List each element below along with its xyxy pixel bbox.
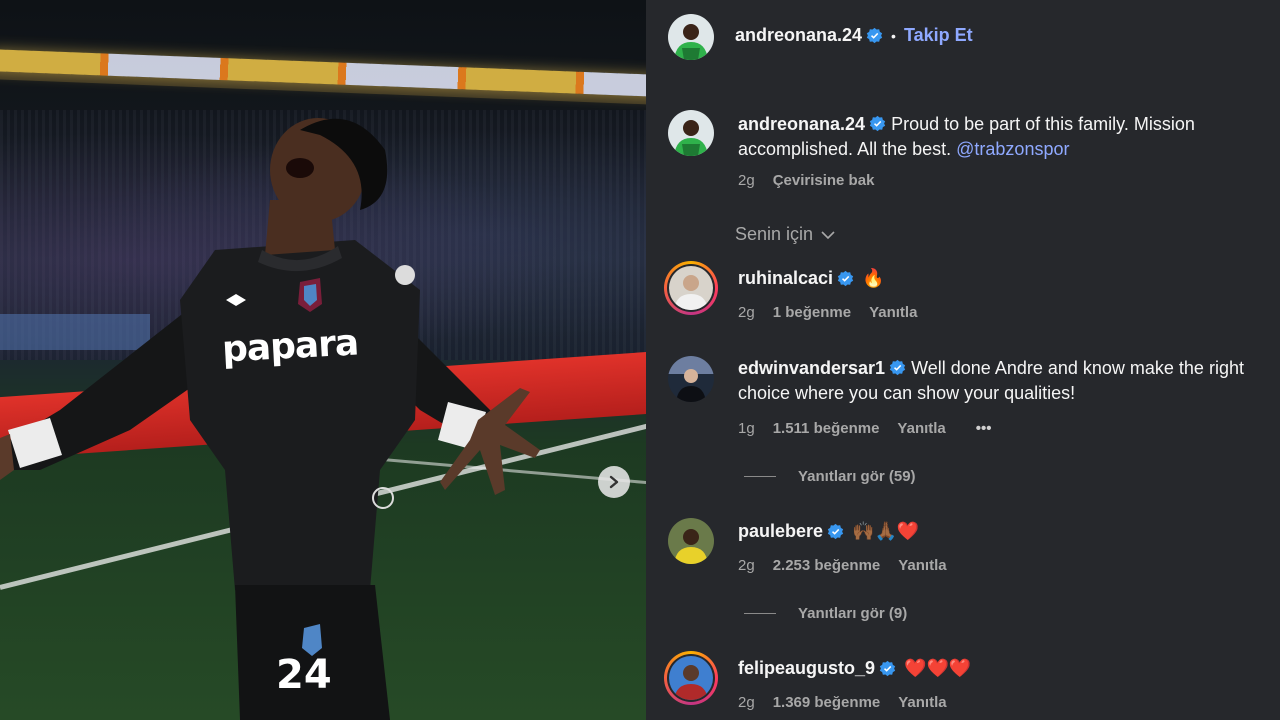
view-replies-label: Yanıtları gör (59) — [798, 468, 916, 485]
reply-button[interactable]: Yanıtla — [898, 557, 946, 574]
author-username[interactable]: andreonana.24 — [735, 25, 862, 46]
comment-text: 🔥 — [862, 268, 885, 288]
view-replies-button[interactable]: Yanıtları gör (9) — [744, 605, 907, 622]
verified-badge-icon — [889, 359, 906, 376]
comment-time: 2g — [738, 557, 755, 574]
sponsor-logo-text: papara — [221, 322, 360, 371]
caption-meta: 2g Çevirisine bak — [738, 172, 892, 189]
reply-button[interactable]: Yanıtla — [897, 420, 945, 437]
comment-sort-label: Senin için — [735, 224, 814, 244]
caption-time: 2g — [738, 172, 755, 189]
chevron-right-icon — [609, 475, 619, 489]
verified-badge-icon — [837, 270, 854, 287]
comment-likes[interactable]: 2.253 beğenme — [773, 557, 881, 574]
post-photo[interactable]: papara 24 — [0, 0, 646, 720]
author-avatar[interactable] — [668, 110, 714, 156]
chevron-down-icon — [821, 230, 835, 239]
comment-likes[interactable]: 1 beğenme — [773, 304, 851, 321]
commenter-avatar[interactable] — [664, 651, 718, 705]
caption-mention-link[interactable]: @trabzonspor — [956, 139, 1069, 159]
reply-button[interactable]: Yanıtla — [898, 694, 946, 711]
comment-meta: 2g 2.253 beğenme Yanıtla — [738, 557, 965, 574]
next-image-button[interactable] — [598, 466, 630, 498]
commenter-username[interactable]: ruhinalcaci — [738, 268, 833, 289]
translate-link[interactable]: Çevirisine bak — [773, 172, 875, 189]
comment-time: 2g — [738, 694, 755, 711]
comment-body: edwinvandersar1 Well done Andre and know… — [738, 356, 1258, 406]
author-avatar[interactable] — [668, 14, 714, 60]
comment-meta: 1g 1.511 beğenme Yanıtla ••• — [738, 420, 1010, 437]
comment-time: 1g — [738, 420, 755, 437]
shirt-number: 24 — [276, 652, 332, 698]
view-replies-label: Yanıtları gör (9) — [798, 605, 908, 622]
comment-text: 🙌🏾🙏🏾❤️ — [852, 521, 920, 541]
verified-badge-icon — [879, 660, 896, 677]
view-replies-button[interactable]: Yanıtları gör (59) — [744, 468, 916, 485]
comment-text: ❤️❤️❤️ — [904, 658, 972, 678]
verified-badge-icon — [866, 27, 883, 44]
comment-sort-dropdown[interactable]: Senin için — [735, 224, 837, 245]
separator-dot: • — [891, 27, 896, 44]
commenter-username[interactable]: felipeaugusto_9 — [738, 658, 875, 679]
comments-panel: andreonana.24 • Takip Et andreonana.24 P… — [646, 0, 1280, 720]
verified-badge-icon — [869, 115, 886, 132]
caption-username[interactable]: andreonana.24 — [738, 114, 865, 134]
follow-button[interactable]: Takip Et — [904, 25, 973, 46]
comment-meta: 2g 1.369 beğenme Yanıtla — [738, 694, 965, 711]
verified-badge-icon — [827, 523, 844, 540]
thread-line — [744, 476, 776, 477]
more-options-icon[interactable]: ••• — [976, 420, 992, 437]
comment-time: 2g — [738, 304, 755, 321]
comment-likes[interactable]: 1.369 beğenme — [773, 694, 881, 711]
commenter-username[interactable]: edwinvandersar1 — [738, 358, 885, 378]
commenter-avatar[interactable] — [668, 356, 714, 402]
post-caption: andreonana.24 Proud to be part of this f… — [738, 112, 1258, 162]
commenter-avatar[interactable] — [664, 261, 718, 315]
reply-button[interactable]: Yanıtla — [869, 304, 917, 321]
comment-meta: 2g 1 beğenme Yanıtla — [738, 304, 935, 321]
comment-likes[interactable]: 1.511 beğenme — [773, 420, 880, 437]
commenter-username[interactable]: paulebere — [738, 521, 823, 542]
commenter-avatar[interactable] — [668, 518, 714, 564]
thread-line — [744, 613, 776, 614]
